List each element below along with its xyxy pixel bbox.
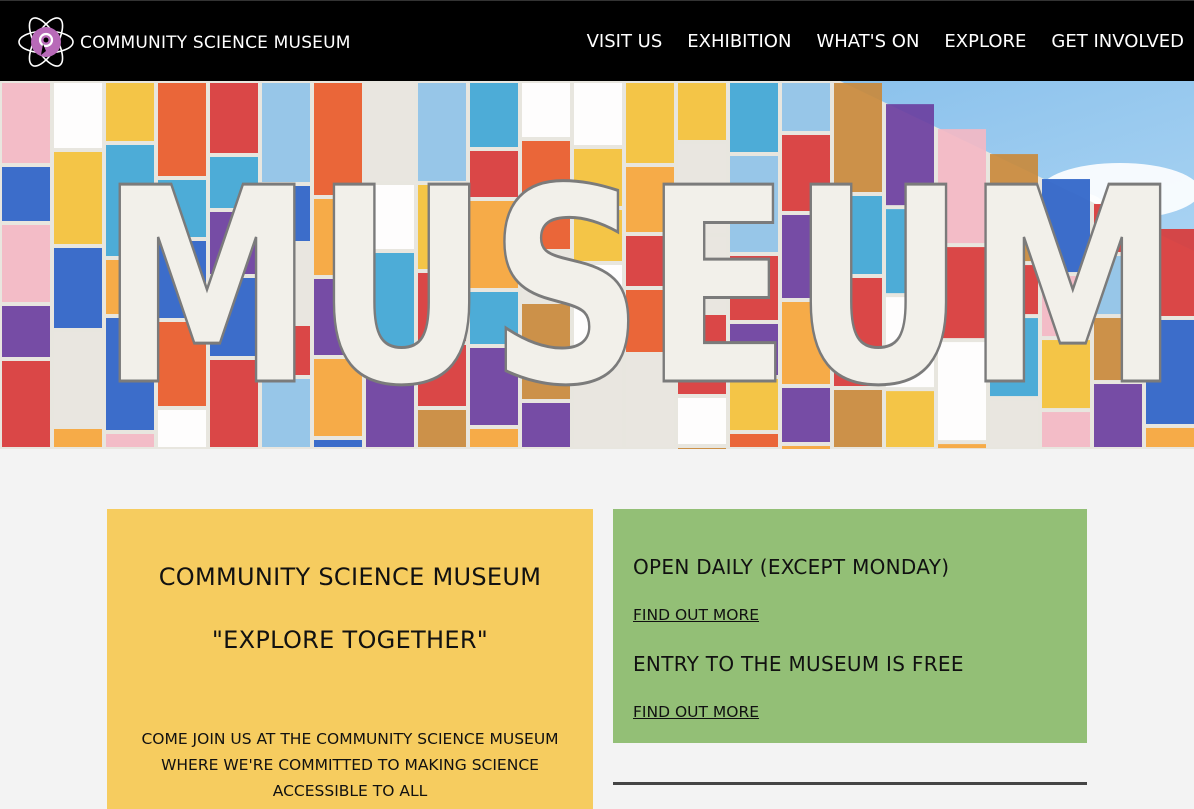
nav-exhibition[interactable]: EXHIBITION [687, 31, 791, 52]
opening-hours-heading: OPEN DAILY (EXCEPT MONDAY) [633, 555, 950, 579]
nav-get-involved[interactable]: GET INVOLVED [1051, 31, 1184, 52]
facade-tile [522, 83, 570, 137]
hero-image: MUSEUM [0, 81, 1194, 449]
top-navigation-bar: COMMUNITY SCIENCE MUSEUM VISIT US EXHIBI… [0, 0, 1194, 81]
hours-find-out-more-link[interactable]: FIND OUT MORE [633, 606, 759, 624]
atom-logo-icon[interactable] [16, 9, 76, 75]
museum-facade-image: MUSEUM [0, 81, 1194, 449]
facade-tile [54, 429, 102, 447]
facade-tile [54, 83, 102, 148]
facade-tile [2, 225, 50, 302]
intro-card: COMMUNITY SCIENCE MUSEUM "EXPLORE TOGETH… [107, 509, 593, 809]
free-entry-heading: ENTRY TO THE MUSEUM IS FREE [633, 652, 964, 676]
site-name[interactable]: COMMUNITY SCIENCE MUSEUM [80, 33, 351, 53]
intro-text: COME JOIN US AT THE COMMUNITY SCIENCE MU… [141, 730, 559, 800]
facade-tile [678, 448, 726, 449]
entry-find-out-more-link[interactable]: FIND OUT MORE [633, 703, 759, 721]
info-card: OPEN DAILY (EXCEPT MONDAY) FIND OUT MORE… [613, 509, 1087, 743]
nav-whats-on[interactable]: WHAT'S ON [816, 31, 919, 52]
facade-tile [54, 152, 102, 244]
facade-tile [2, 167, 50, 221]
nav-visit-us[interactable]: VISIT US [587, 31, 663, 52]
main-nav: VISIT US EXHIBITION WHAT'S ON EXPLORE GE… [587, 31, 1184, 52]
facade-tile [54, 248, 102, 328]
facade-tile [782, 446, 830, 449]
intro-slogan: "EXPLORE TOGETHER" [211, 626, 489, 654]
intro-title: COMMUNITY SCIENCE MUSEUM [158, 563, 542, 591]
facade-tile [2, 83, 50, 163]
facade-tile [2, 306, 50, 357]
nav-explore[interactable]: EXPLORE [944, 31, 1026, 52]
facade-tile [2, 361, 50, 447]
facade-tile [782, 83, 830, 131]
museum-sign-letters: MUSEUM [100, 130, 1180, 445]
facade-tile [54, 332, 102, 425]
